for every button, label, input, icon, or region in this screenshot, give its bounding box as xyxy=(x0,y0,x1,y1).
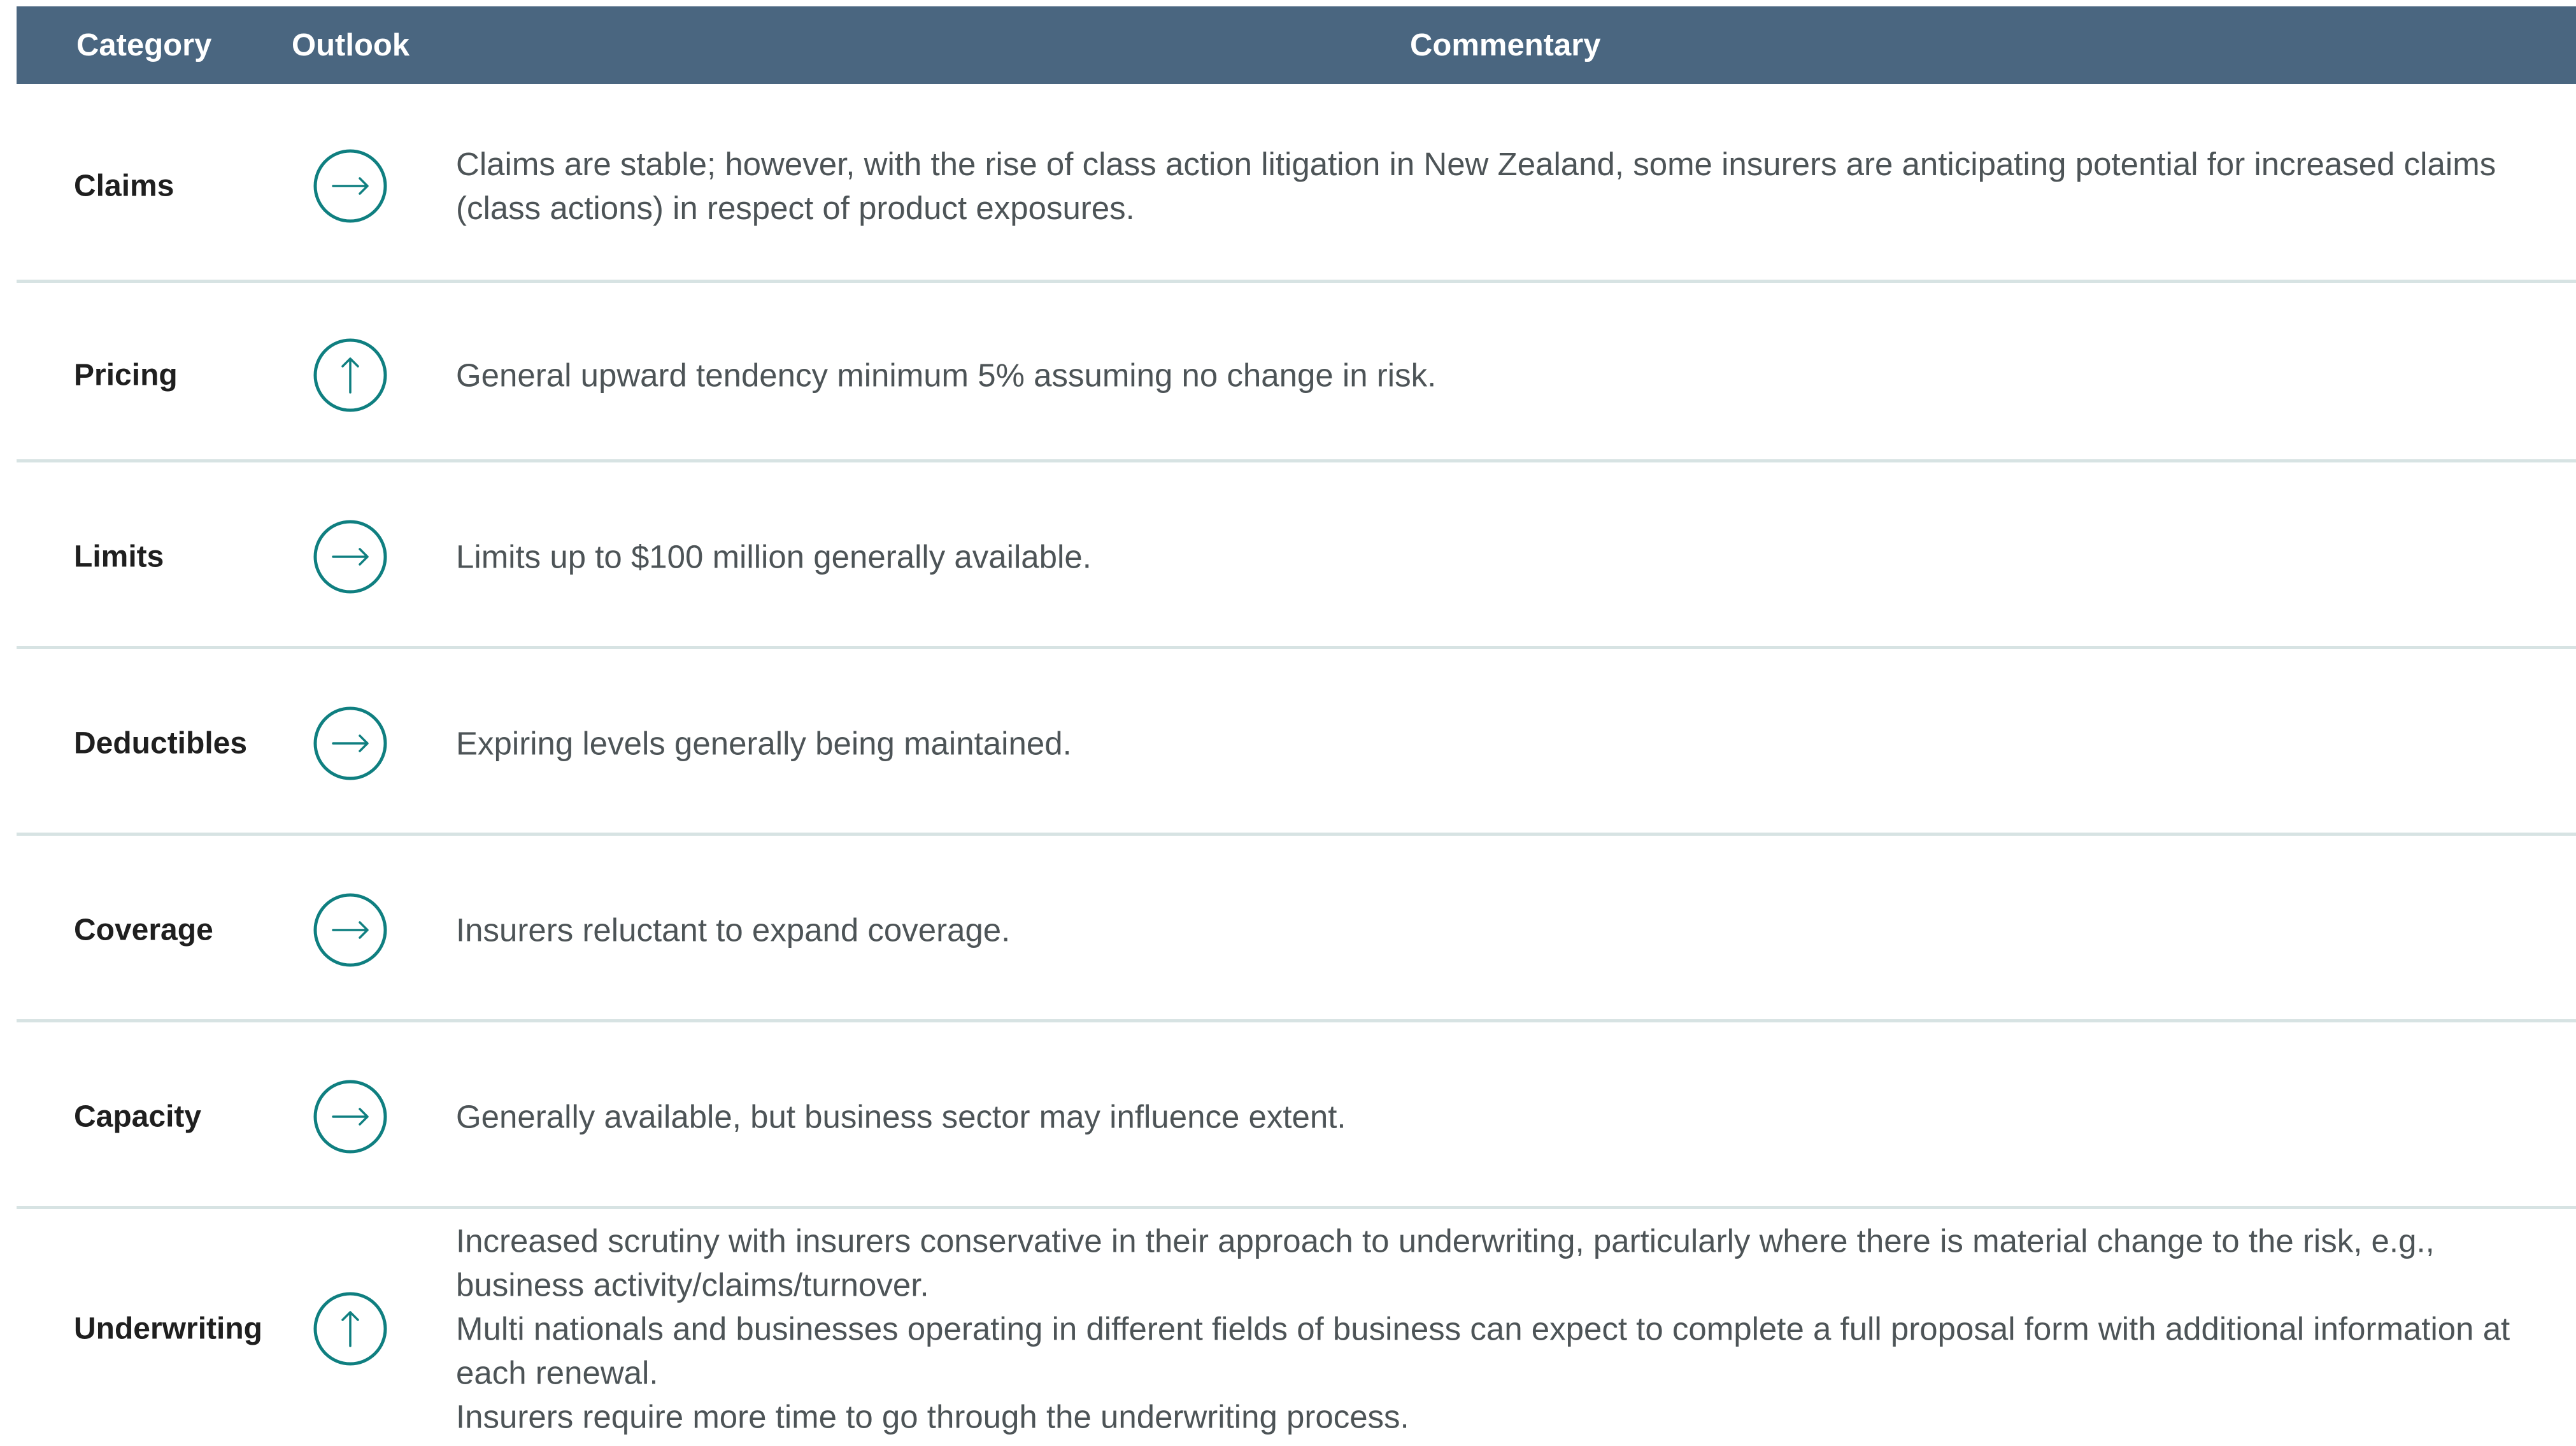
table-row: Underwriting Increased scrutiny with insu… xyxy=(17,1209,2576,1446)
commentary-text: Claims are stable; however, with the ris… xyxy=(456,142,2570,230)
commentary-paragraph: General upward tendency minimum 5% assum… xyxy=(456,357,1437,394)
arrow-right-circle-icon xyxy=(313,148,388,224)
category-label: Pricing xyxy=(74,358,178,392)
commentary-paragraph: Multi nationals and businesses operating… xyxy=(456,1310,2510,1391)
commentary-paragraph: Expiring levels generally being maintain… xyxy=(456,725,1072,762)
arrow-up-circle-icon xyxy=(313,1291,388,1366)
commentary-text: Increased scrutiny with insurers conserv… xyxy=(456,1219,2570,1439)
header-commentary: Commentary xyxy=(1410,28,1601,62)
category-label: Coverage xyxy=(74,913,213,947)
table-row: Claims Claims are stable; however, with t… xyxy=(17,84,2576,283)
commentary-text: Insurers reluctant to expand coverage. xyxy=(456,908,2570,952)
commentary-paragraph: Generally available, but business sector… xyxy=(456,1098,1346,1135)
category-label: Deductibles xyxy=(74,726,248,761)
table-row: Limits Limits up to $100 million generall… xyxy=(17,462,2576,649)
commentary-paragraph: Increased scrutiny with insurers conserv… xyxy=(456,1222,2435,1303)
category-label: Underwriting xyxy=(74,1312,262,1346)
header-category: Category xyxy=(76,28,212,62)
table-row: Capacity Generally available, but busines… xyxy=(17,1022,2576,1209)
commentary-paragraph: Limits up to $100 million generally avai… xyxy=(456,538,1092,575)
table-row: Pricing General upward tendency minimum 5… xyxy=(17,283,2576,462)
commentary-paragraph: Claims are stable; however, with the ris… xyxy=(456,146,2496,226)
table-row: Coverage Insurers reluctant to expand cov… xyxy=(17,836,2576,1022)
arrow-right-circle-icon xyxy=(313,706,388,781)
commentary-text: Limits up to $100 million generally avai… xyxy=(456,535,2570,579)
commentary-paragraph: Insurers reluctant to expand coverage. xyxy=(456,912,1011,948)
commentary-text: Expiring levels generally being maintain… xyxy=(456,722,2570,766)
category-label: Capacity xyxy=(74,1099,202,1134)
category-label: Limits xyxy=(74,540,164,574)
header-outlook: Outlook xyxy=(292,28,410,62)
table-body: Claims Claims are stable; however, with t… xyxy=(17,84,2576,1446)
arrow-right-circle-icon xyxy=(313,1079,388,1154)
commentary-paragraph: Insurers require more time to go through… xyxy=(456,1398,1409,1435)
commentary-text: General upward tendency minimum 5% assum… xyxy=(456,354,2570,397)
arrow-right-circle-icon xyxy=(313,892,388,968)
category-label: Claims xyxy=(74,169,174,203)
table-header: Category Outlook Commentary xyxy=(17,6,2576,84)
arrow-right-circle-icon xyxy=(313,519,388,594)
commentary-text: Generally available, but business sector… xyxy=(456,1095,2570,1139)
market-outlook-table: Category Outlook Commentary Claims Claims… xyxy=(17,6,2576,1446)
arrow-up-circle-icon xyxy=(313,338,388,413)
table-row: Deductibles Expiring levels generally bei… xyxy=(17,649,2576,836)
